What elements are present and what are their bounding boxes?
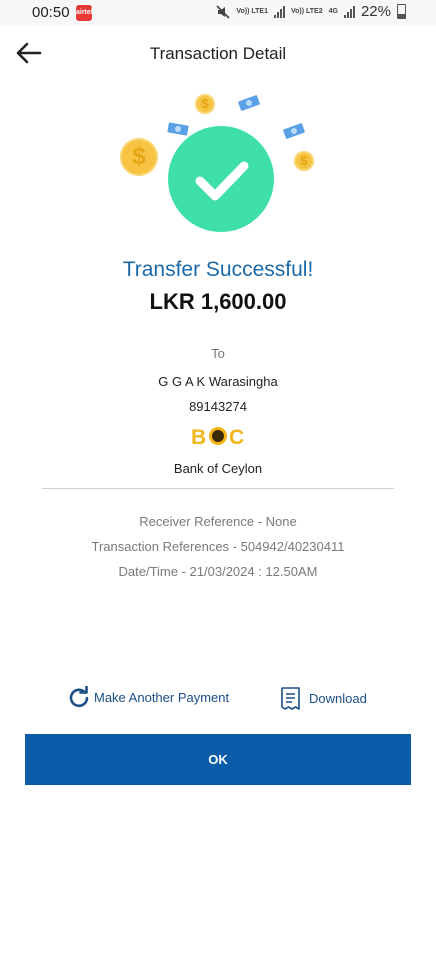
banknote-icon <box>237 94 261 112</box>
bank-name: Bank of Ceylon <box>173 461 263 476</box>
network-label-2: Vo)) LTE2 <box>290 7 323 15</box>
coin-icon: $ <box>195 94 215 114</box>
divider <box>42 488 394 489</box>
receiver-reference: Receiver Reference - None <box>139 514 297 529</box>
download-label: Download <box>309 691 367 706</box>
mute-icon <box>216 4 230 19</box>
coin-icon: $ <box>120 138 158 176</box>
status-bar: 00:50 airtel Vo)) LTE1 Vo)) LTE2 4G 22% <box>0 0 436 26</box>
coin-icon: $ <box>294 151 314 171</box>
banknote-icon <box>282 122 306 140</box>
boc-logo-b: B <box>191 426 206 448</box>
make-another-payment-button[interactable]: Make Another Payment <box>68 686 229 708</box>
success-illustration: $ $ $ <box>110 88 330 238</box>
transfer-amount: LKR 1,600.00 <box>149 289 287 314</box>
battery-percent: 22% <box>360 3 391 20</box>
receiver-name: G G A K Warasingha <box>158 374 278 389</box>
make-another-payment-label: Make Another Payment <box>94 689 230 705</box>
success-headline: Transfer Successful! <box>122 258 314 281</box>
ok-button[interactable]: OK <box>25 734 411 785</box>
boc-logo: B C <box>191 426 244 448</box>
signal-bars-2-icon <box>343 5 355 18</box>
signal-bars-1-icon <box>273 5 285 18</box>
airtel-app-icon: airtel <box>76 5 93 21</box>
transaction-datetime: Date/Time - 21/03/2024 : 12.50AM <box>118 564 318 579</box>
network-type-label: 4G <box>328 7 338 15</box>
to-label: To <box>211 346 225 361</box>
battery-icon <box>397 4 406 19</box>
status-icons: Vo)) LTE1 Vo)) LTE2 4G 22% <box>216 3 406 20</box>
account-number: 89143274 <box>189 399 247 414</box>
checkmark-icon <box>195 161 249 201</box>
status-time: 00:50 <box>32 4 70 21</box>
refresh-icon <box>69 686 89 708</box>
page-title: Transaction Detail <box>149 44 287 63</box>
checkmark-circle-icon <box>168 126 274 232</box>
boc-logo-c: C <box>229 426 244 448</box>
receipt-icon <box>281 687 300 710</box>
transaction-references: Transaction References - 504942/40230411 <box>91 539 345 554</box>
download-button[interactable]: Download <box>280 686 367 711</box>
network-label-1: Vo)) LTE1 <box>236 7 268 15</box>
